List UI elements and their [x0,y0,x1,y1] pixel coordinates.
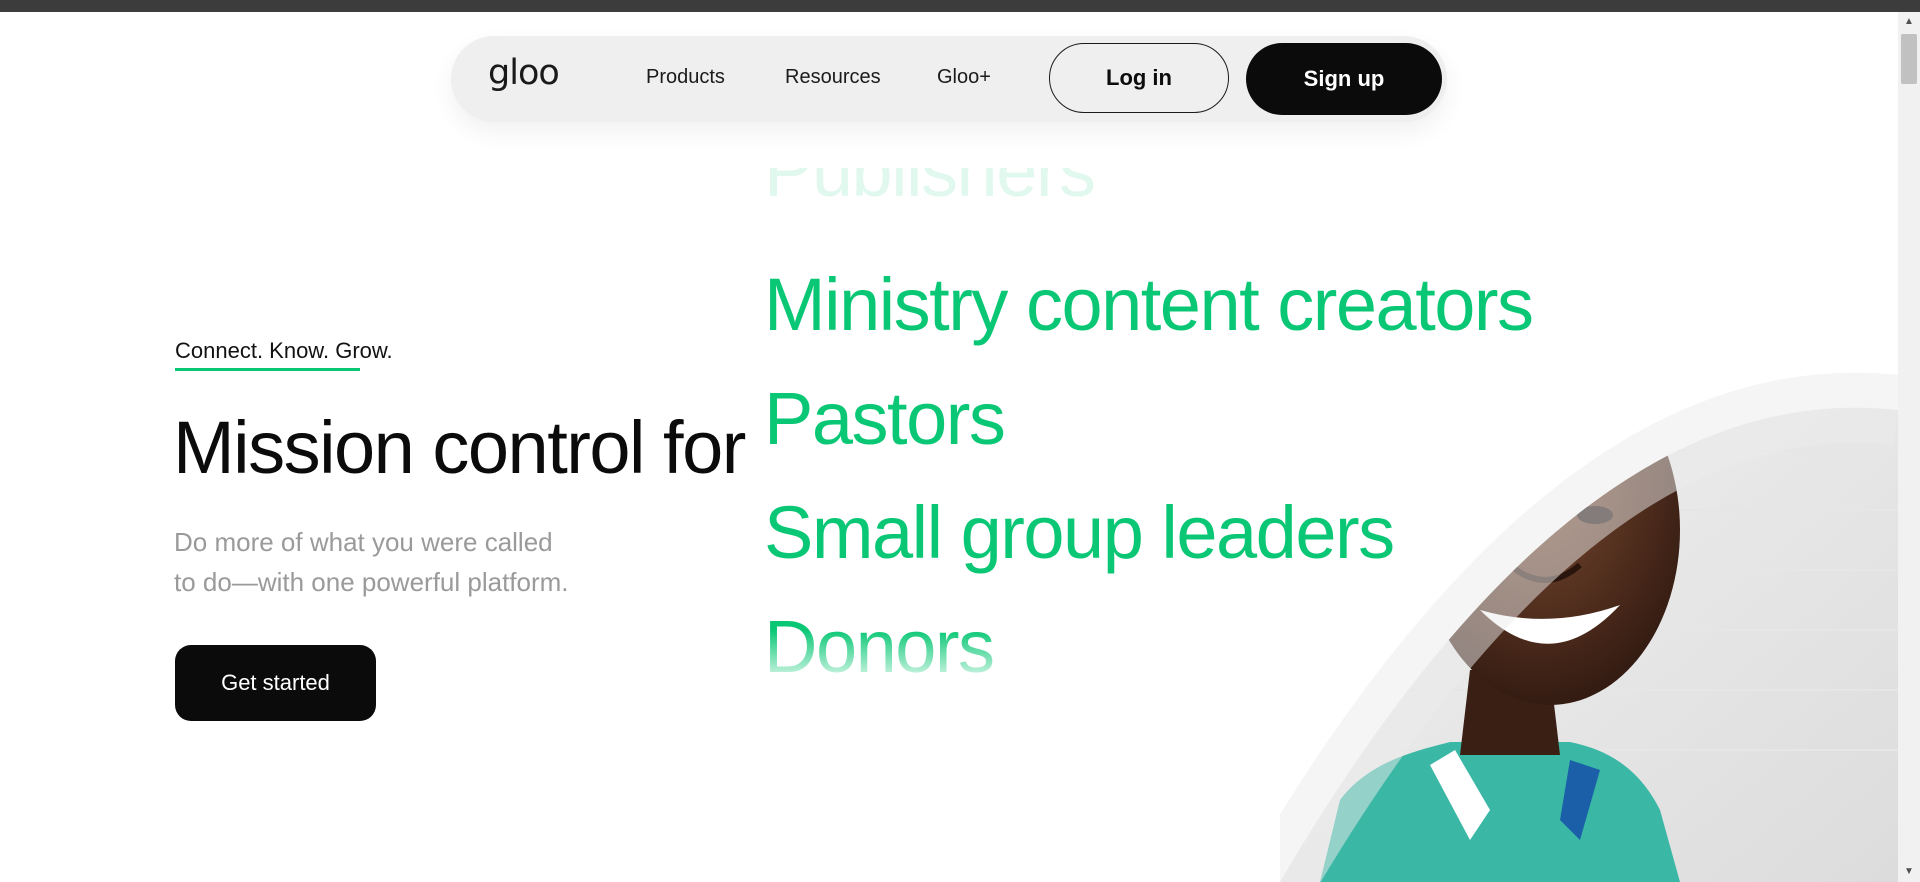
rotating-word-ministry-content-creators: Ministry content creators [764,263,1534,346]
login-button[interactable]: Log in [1049,43,1229,113]
triangle-down-icon[interactable]: ▼ [1898,862,1920,882]
hero-subtext-line-2: to do—with one powerful platform. [174,567,569,597]
hero-headline: Mission control for [173,406,746,489]
scrollbar-thumb[interactable] [1901,34,1917,84]
triangle-up-icon[interactable]: ▲ [1898,12,1920,32]
left-eye [1472,511,1508,529]
nav-link-resources[interactable]: Resources [785,66,881,89]
rotating-word-faded: Publishers [764,168,1095,220]
get-started-button[interactable]: Get started [175,645,376,721]
hero-portrait-image [1280,370,1898,882]
arc-photo-area [1280,407,1898,882]
top-navigation: gloo Products Resources Gloo+ Log in Sig… [451,36,1447,122]
browser-top-bar [0,0,1920,12]
smiling-man-illustration [1280,372,1898,882]
tagline-underline [175,368,360,371]
rotating-word-faded-text: Publishers [764,168,1095,212]
hero-subtext-line-1: Do more of what you were called [174,527,553,557]
nav-link-products[interactable]: Products [646,66,725,89]
hero-subtext: Do more of what you were called to do—wi… [174,522,654,602]
hero-tagline: Connect. Know. Grow. [175,338,393,363]
rotating-word-pastors: Pastors [764,377,1006,460]
signup-button[interactable]: Sign up [1246,43,1442,115]
gloo-logo[interactable]: gloo [488,53,560,93]
rotating-word-donors: Donors [764,605,995,688]
nav-link-gloo-plus[interactable]: Gloo+ [937,66,991,89]
page-scrollbar[interactable]: ▲ ▼ [1898,12,1920,882]
